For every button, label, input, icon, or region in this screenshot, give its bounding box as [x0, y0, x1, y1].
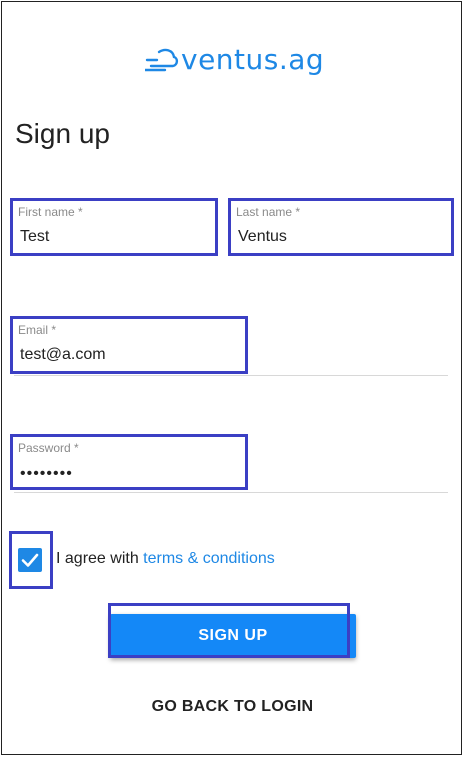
- signup-button[interactable]: SIGN UP: [110, 614, 356, 658]
- brand-name: ventus.ag: [181, 43, 325, 76]
- first-name-label: First name *: [18, 205, 83, 219]
- email-field[interactable]: Email *: [10, 316, 248, 374]
- back-to-login-link[interactable]: GO BACK TO LOGIN: [0, 698, 465, 716]
- last-name-label: Last name *: [236, 205, 301, 219]
- password-input[interactable]: ••••••••: [20, 465, 238, 483]
- checkmark-icon: [21, 553, 39, 567]
- password-label: Password *: [18, 441, 79, 455]
- terms-prefix: I agree with: [56, 550, 139, 567]
- terms-link[interactable]: terms & conditions: [143, 550, 275, 567]
- email-label: Email *: [18, 323, 57, 337]
- password-field[interactable]: Password * ••••••••: [10, 434, 248, 490]
- wind-cloud-icon: [145, 48, 179, 72]
- last-name-field[interactable]: Last name *: [228, 198, 454, 256]
- terms-checkbox[interactable]: [18, 548, 42, 572]
- last-name-input[interactable]: [238, 228, 444, 246]
- email-input[interactable]: [20, 346, 238, 364]
- terms-checkbox-highlight: [9, 531, 53, 589]
- email-underline: [14, 375, 448, 376]
- brand-logo: ventus.ag: [145, 40, 324, 80]
- page-title: Sign up: [15, 118, 110, 149]
- password-underline: [14, 492, 448, 493]
- first-name-field[interactable]: First name *: [10, 198, 218, 256]
- terms-agreement: I agree with terms & conditions: [56, 550, 275, 568]
- first-name-input[interactable]: [20, 228, 208, 246]
